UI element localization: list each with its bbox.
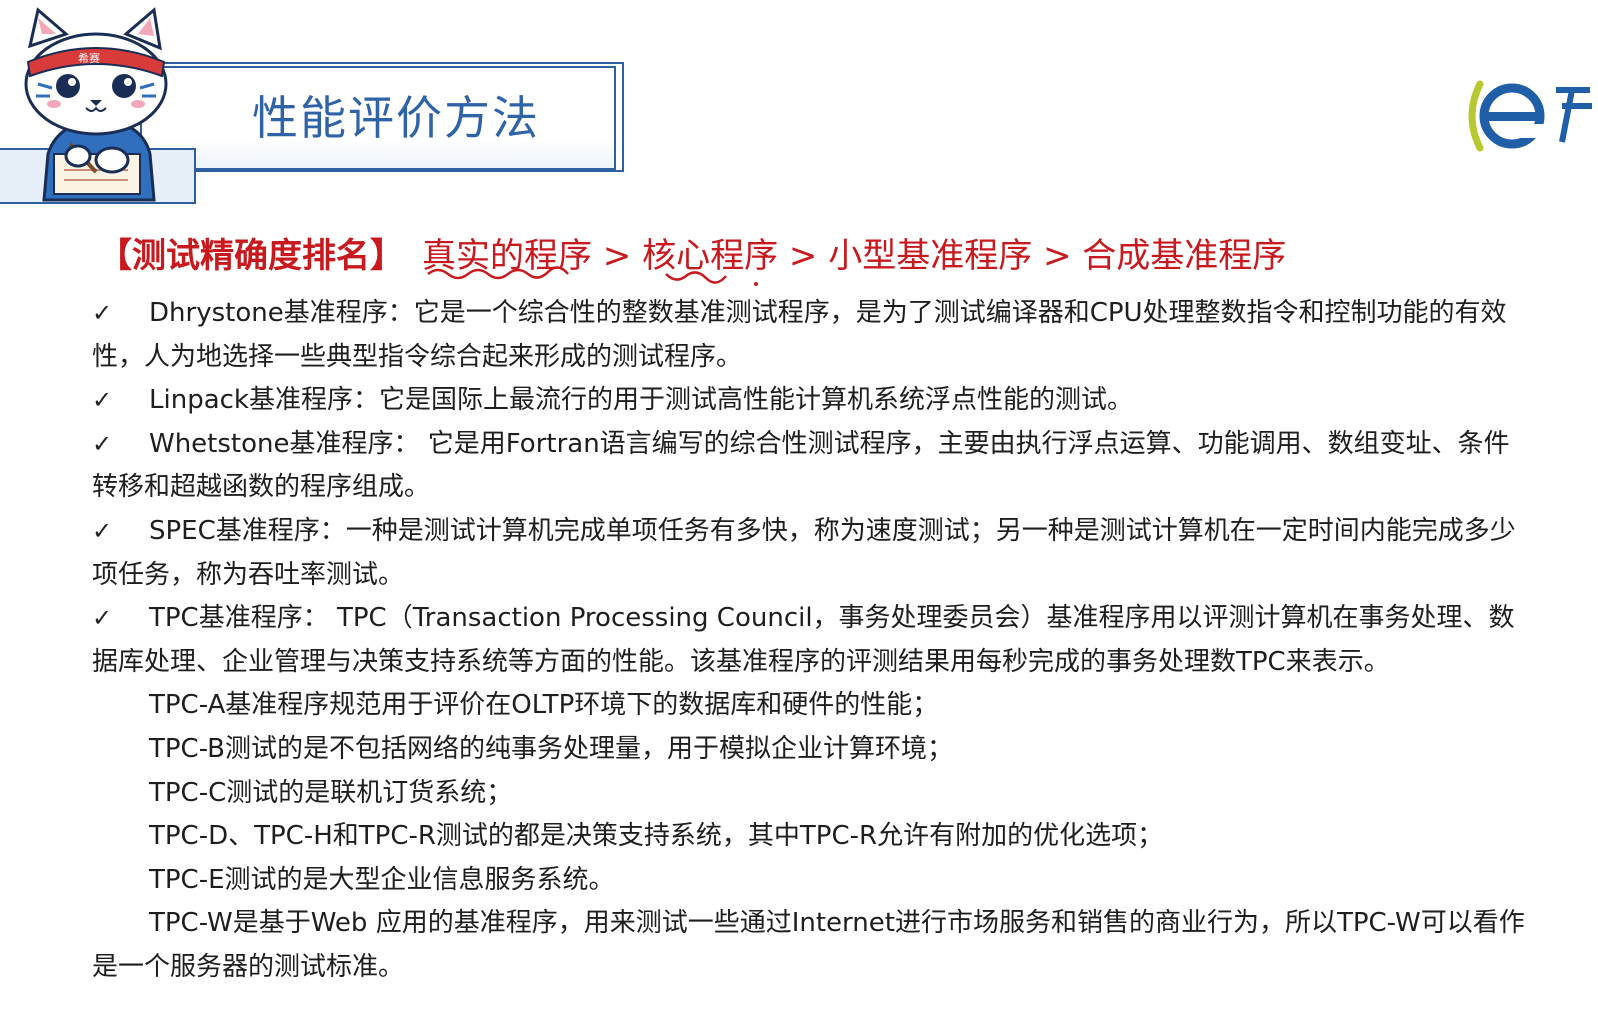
title-banner: 性能评价方法 希赛 <box>0 0 660 215</box>
list-item-text: Linpack基准程序：它是国际上最流行的用于测试高性能计算机系统浮点性能的测试… <box>149 385 1133 416</box>
list-item-text: SPEC基准程序：一种是测试计算机完成单项任务有多快，称为速度测试；另一种是测试… <box>92 515 1516 590</box>
page-title: 性能评价方法 <box>252 91 540 145</box>
tpc-b-item: TPC-B测试的是不包括网络的纯事务处理量，用于模拟企业计算环境； <box>149 733 954 764</box>
tpc-d-h-r-item: TPC-D、TPC-H和TPC-R测试的都是决策支持系统，其中TPC-R允许有附… <box>149 821 1164 852</box>
checkmark-icon: ✓ <box>92 386 113 415</box>
benchmark-list: ✓ Dhrystone基准程序：它是一个综合性的整数基准测试程序，是为了测试编译器… <box>92 292 1532 990</box>
list-item-dhrystone: ✓ Dhrystone基准程序：它是一个综合性的整数基准测试程序，是为了测试编译器… <box>92 292 1532 379</box>
list-item-text: TPC基准程序： TPC（Transaction Processing Coun… <box>92 603 1515 677</box>
tpc-c-item: TPC-C测试的是联机订货系统； <box>149 777 513 808</box>
tpc-w-item: TPC-W是基于Web 应用的基准程序，用来测试一些通过Internet进行市场… <box>92 908 1525 982</box>
checkmark-icon: ✓ <box>92 516 113 545</box>
ranking-label: 【测试精确度排名】 <box>98 236 404 276</box>
list-item-spec: ✓ SPEC基准程序：一种是测试计算机完成单项任务有多快，称为速度测试；另一种是测… <box>92 510 1532 597</box>
checkmark-icon: ✓ <box>92 429 113 458</box>
list-item-whetstone: ✓ Whetstone基准程序： 它是用Fortran语言编写的综合性测试程序，主… <box>92 423 1532 510</box>
list-item-text: Whetstone基准程序： 它是用Fortran语言编写的综合性测试程序，主要… <box>92 428 1510 503</box>
company-logo-icon <box>1468 80 1592 152</box>
tpc-e-item: TPC-E测试的是大型企业信息服务系统。 <box>149 864 615 895</box>
checkmark-icon: ✓ <box>92 299 113 327</box>
tpc-a-item: TPC-A基准程序规范用于评价在OLTP环境下的数据库和硬件的性能； <box>149 690 939 721</box>
handwritten-underline-icon <box>427 266 758 286</box>
cat-mascot-icon: 希赛 <box>24 7 168 202</box>
list-item-text: Dhrystone基准程序：它是一个综合性的整数基准测试程序，是为了测试编译器和… <box>92 298 1507 372</box>
checkmark-icon: ✓ <box>92 604 113 633</box>
mascot-badge-text: 希赛 <box>78 51 100 65</box>
list-item-tpc: ✓ TPC基准程序： TPC（Transaction Processing Cou… <box>92 597 1532 684</box>
list-item-linpack: ✓ Linpack基准程序：它是国际上最流行的用于测试高性能计算机系统浮点性能的测… <box>92 379 1532 423</box>
